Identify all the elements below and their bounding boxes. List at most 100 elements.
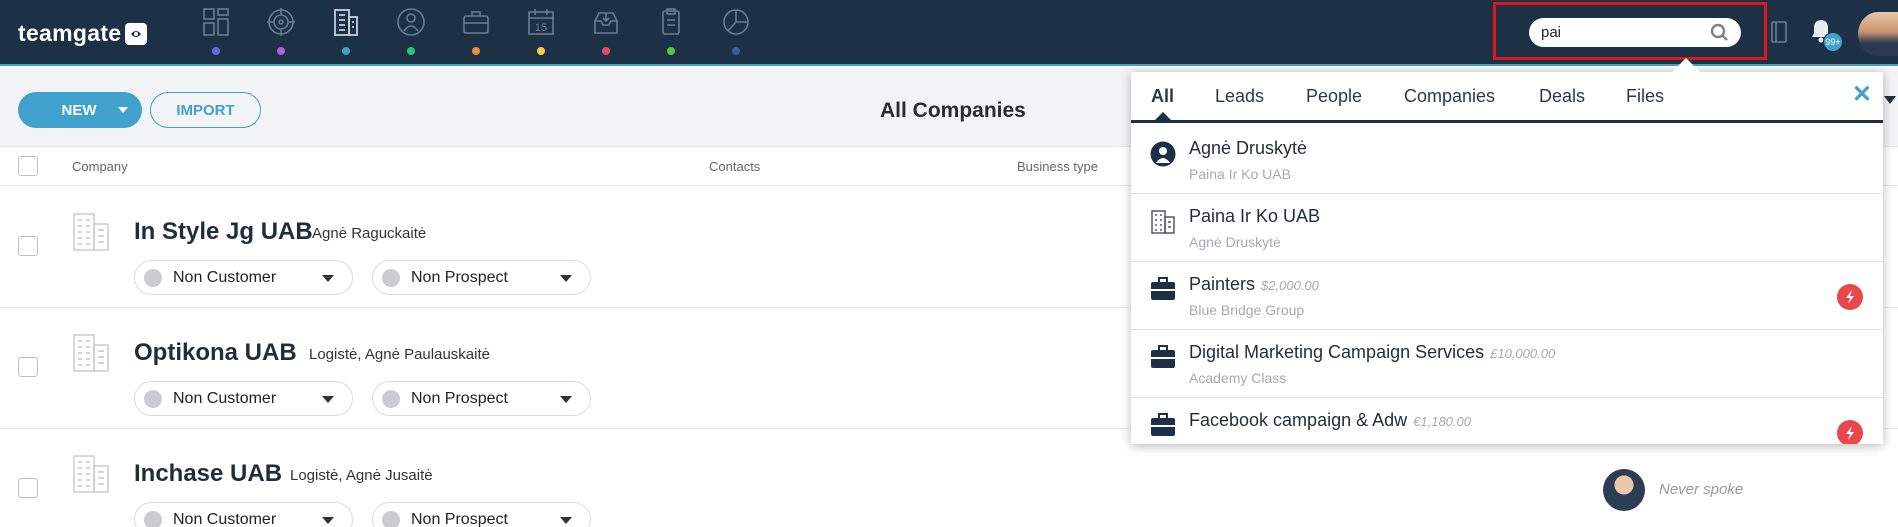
nav-inbox[interactable] — [573, 4, 638, 60]
result-title: Facebook campaign & Adw €1,180.00 — [1189, 410, 1471, 430]
prospect-status-dropdown[interactable]: Non Prospect — [372, 381, 591, 416]
logo-badge-icon — [125, 22, 148, 45]
result-subtitle: Academy Class — [1189, 370, 1287, 386]
status-dot — [144, 269, 162, 287]
search-result-item[interactable]: Digital Marketing Campaign Services £10,0… — [1131, 330, 1883, 398]
customer-status-value: Non Customer — [173, 269, 277, 286]
search-result-item[interactable]: Facebook campaign & Adw €1,180.00 — [1131, 398, 1883, 444]
page-title[interactable]: All Companies — [880, 99, 1026, 123]
owner-avatar[interactable] — [1603, 469, 1645, 511]
logo[interactable]: teamgate — [18, 20, 148, 47]
building-icon — [73, 334, 109, 372]
search-results-dropdown: All Leads People Companies Deals Files ✕… — [1131, 72, 1883, 444]
nav-leads[interactable] — [248, 4, 313, 60]
target-icon — [266, 8, 295, 36]
nav-calendar[interactable]: 15 — [508, 4, 573, 60]
tab-people[interactable]: People — [1306, 86, 1362, 107]
chevron-down-icon — [560, 275, 572, 282]
logo-text: teamgate — [18, 20, 122, 46]
result-title: Painters $2,000.00 — [1189, 274, 1319, 294]
nav-dashboard[interactable] — [183, 4, 248, 60]
new-button[interactable]: NEW — [18, 92, 142, 128]
nav-reports[interactable] — [703, 4, 768, 60]
briefcase-icon — [1151, 413, 1175, 436]
notification-badge: 99+ — [1823, 32, 1843, 52]
lightning-icon — [1837, 284, 1863, 310]
new-button-label: NEW — [61, 101, 97, 119]
dashboard-icon — [202, 8, 229, 36]
tab-files[interactable]: Files — [1626, 86, 1664, 107]
nav-people[interactable] — [378, 4, 443, 60]
chevron-down-icon — [322, 275, 334, 282]
calendar-icon: 15 — [527, 9, 554, 35]
nav-dot — [667, 47, 675, 55]
deal-amount: €1,180.00 — [1413, 414, 1471, 429]
column-header-contacts[interactable]: Contacts — [709, 159, 760, 174]
search-input[interactable] — [1541, 22, 1706, 43]
user-avatar[interactable] — [1858, 12, 1898, 56]
search-results-list: Agnė Druskytė Paina Ir Ko UAB Paina Ir K… — [1131, 126, 1883, 444]
result-subtitle: Blue Bridge Group — [1189, 302, 1305, 318]
company-contacts[interactable]: Logistė, Agnė Jusaitė — [290, 467, 433, 484]
person-icon — [1150, 141, 1176, 167]
customer-status-dropdown[interactable]: Non Customer — [134, 260, 353, 295]
prospect-status-dropdown[interactable]: Non Prospect — [372, 260, 591, 295]
prospect-status-value: Non Prospect — [411, 269, 508, 286]
row-checkbox[interactable] — [18, 236, 38, 256]
nav-tasks[interactable] — [638, 4, 703, 60]
chevron-down-icon — [322, 396, 334, 403]
result-title: Agnė Druskytė — [1189, 138, 1308, 158]
nav-deals[interactable] — [443, 4, 508, 60]
search-result-item[interactable]: Painters $2,000.00 Blue Bridge Group — [1131, 262, 1883, 330]
result-title: Paina Ir Ko UAB — [1189, 206, 1321, 226]
company-contacts[interactable]: Agnė Raguckaitė — [312, 225, 426, 242]
prospect-status-dropdown[interactable]: Non Prospect — [372, 502, 591, 527]
select-all-checkbox[interactable] — [18, 156, 38, 176]
nav-dot — [732, 47, 740, 55]
row-checkbox[interactable] — [18, 357, 38, 377]
search-result-item[interactable]: Paina Ir Ko UAB Agnė Druskytė — [1131, 194, 1883, 262]
people-icon — [396, 8, 425, 36]
status-dot — [144, 390, 162, 408]
status-dot — [144, 511, 162, 527]
tab-all[interactable]: All — [1151, 86, 1174, 120]
notes-icon[interactable] — [1770, 20, 1788, 44]
column-header-business-type[interactable]: Business type — [1017, 159, 1098, 174]
company-contacts[interactable]: Logistė, Agnė Paulauskaitė — [309, 346, 490, 363]
column-header-company[interactable]: Company — [72, 159, 128, 174]
nav-dot — [537, 47, 545, 55]
company-name[interactable]: Inchase UAB — [134, 460, 282, 488]
status-dot — [382, 390, 400, 408]
search-result-item[interactable]: Agnė Druskytė Paina Ir Ko UAB — [1131, 126, 1883, 194]
deal-amount: $2,000.00 — [1261, 278, 1319, 293]
chevron-down-icon[interactable] — [118, 107, 128, 113]
briefcase-icon — [1151, 345, 1175, 368]
reports-icon — [722, 9, 749, 35]
nav-companies[interactable] — [313, 4, 378, 60]
company-name[interactable]: Optikona UAB — [134, 339, 297, 367]
building-icon — [73, 213, 109, 251]
tab-deals[interactable]: Deals — [1539, 86, 1585, 107]
prospect-status-value: Non Prospect — [411, 511, 508, 527]
result-title: Digital Marketing Campaign Services £10,0… — [1189, 342, 1556, 362]
company-name[interactable]: In Style Jg UAB — [134, 218, 313, 246]
import-button[interactable]: IMPORT — [150, 92, 261, 128]
customer-status-dropdown[interactable]: Non Customer — [134, 502, 353, 527]
global-search[interactable] — [1529, 18, 1741, 47]
top-bar: teamgate 15 pai 99+ — [0, 0, 1898, 66]
nav-dot — [212, 47, 220, 55]
nav-dot — [342, 47, 350, 55]
row-checkbox[interactable] — [18, 478, 38, 498]
close-icon[interactable]: ✕ — [1852, 80, 1872, 109]
customer-status-dropdown[interactable]: Non Customer — [134, 381, 353, 416]
chevron-down-icon — [322, 517, 334, 524]
inbox-icon — [593, 12, 618, 34]
dropdown-pointer — [1671, 58, 1701, 73]
customer-status-value: Non Customer — [173, 511, 277, 527]
tab-leads[interactable]: Leads — [1215, 86, 1264, 107]
chevron-down-icon — [1884, 96, 1896, 104]
nav-dot — [602, 47, 610, 55]
search-icon[interactable] — [1710, 23, 1729, 42]
building-icon — [73, 455, 109, 493]
tab-companies[interactable]: Companies — [1404, 86, 1495, 107]
